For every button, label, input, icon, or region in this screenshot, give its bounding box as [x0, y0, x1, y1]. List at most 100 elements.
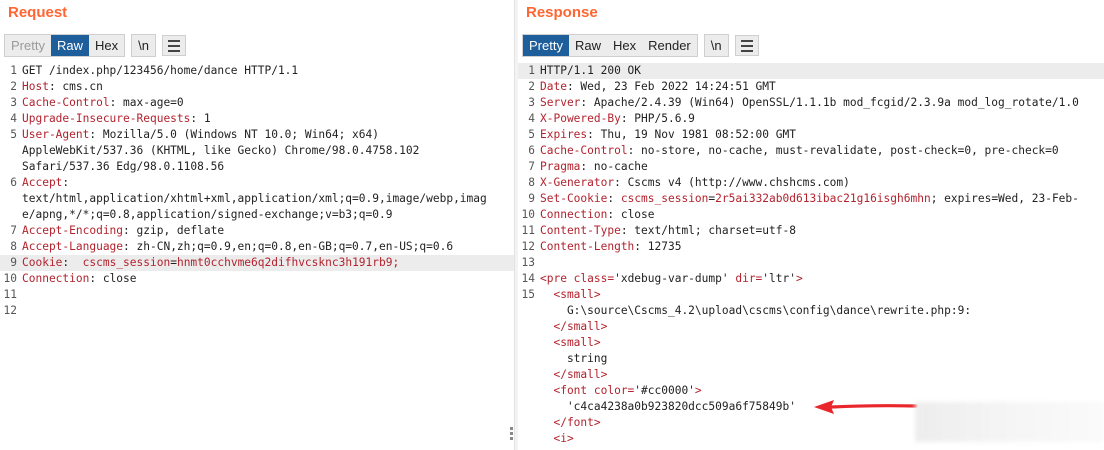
response-code-line: 15 <small> [518, 287, 1104, 303]
line-number: 12 [3, 304, 17, 317]
response-code-line: 8 X-Generator: Cscms v4 (http://www.chshc… [518, 175, 1104, 191]
header-value: : Cscms v4 (http://www.chshcms.com) [614, 176, 850, 189]
response-code-line: G:\source\Cscms_4.2\upload\cscms\config\… [518, 303, 1104, 319]
header-value: : [62, 176, 70, 189]
request-menu-icon[interactable] [161, 35, 186, 56]
header-value: 'ltr' [762, 272, 796, 285]
header-value: : no-store, no-cache, must-revalidate, p… [627, 144, 1059, 157]
header-name: cscms_session [620, 192, 709, 205]
header-name: Content-Type [540, 224, 621, 237]
request-code-line: 3 Cache-Control: max-age=0 [0, 95, 514, 111]
response-code-line: </small> [518, 367, 1104, 383]
header-value: G:\source\Cscms_4.2\upload\cscms\config\… [540, 304, 972, 317]
header-value: : close [607, 208, 655, 221]
line-number: 12 [521, 240, 535, 253]
header-name: X-Powered-By [540, 112, 621, 125]
markup-tag: dir= [728, 272, 763, 285]
line-number: 2 [10, 80, 17, 93]
line-number: 5 [528, 128, 535, 141]
request-code-line: 5 User-Agent: Mozilla/5.0 (Windows NT 10.… [0, 127, 514, 143]
request-code-line: e/apng,*/*;q=0.8,application/signed-exch… [0, 207, 514, 223]
header-value: AppleWebKit/537.36 (KHTML, like Gecko) C… [22, 144, 420, 157]
header-value: : Apache/2.4.39 (Win64) OpenSSL/1.1.1b m… [580, 96, 1079, 109]
line-number: 1 [10, 64, 17, 77]
line-number: 8 [528, 176, 535, 189]
header-value: GET /index.php/123456/home/dance HTTP/1.… [22, 64, 299, 77]
markup-tag: </small> [540, 320, 608, 333]
header-name: Accept [22, 176, 63, 189]
request-tab-hex[interactable]: Hex [89, 35, 124, 56]
response-code-line: 1 HTTP/1.1 200 OK [518, 63, 1104, 79]
header-name: Expires [540, 128, 588, 141]
line-number: 14 [521, 272, 535, 285]
line-number: 13 [521, 256, 535, 269]
line-content: User-Agent: Mozilla/5.0 (Windows NT 10.0… [22, 127, 379, 143]
line-content: </small> [540, 367, 607, 383]
header-value: '#cc0000' [634, 384, 695, 397]
header-value: : close [89, 272, 137, 285]
response-tab-pretty[interactable]: Pretty [523, 35, 569, 56]
request-tab-pretty[interactable]: Pretty [5, 35, 51, 56]
header-name: Content-Length [540, 240, 635, 253]
response-code-line: 4 X-Powered-By: PHP/5.6.9 [518, 111, 1104, 127]
header-name: User-Agent [22, 128, 90, 141]
line-content: string [540, 351, 607, 367]
request-panel: Request Pretty Raw Hex \n 1 GET /index.php/… [0, 0, 514, 450]
line-number: 3 [528, 96, 535, 109]
request-code-line: 8 Accept-Language: zh-CN,zh;q=0.9,en;q=0.… [0, 239, 514, 255]
line-content: X-Powered-By: PHP/5.6.9 [540, 111, 695, 127]
response-menu-icon[interactable] [734, 35, 759, 56]
header-name: cscms_session [82, 256, 171, 269]
header-value: : text/html; charset=utf-8 [620, 224, 796, 237]
line-number: 6 [10, 176, 17, 189]
response-newline-toggle[interactable]: \n [703, 34, 729, 57]
line-number: 9 [10, 256, 17, 269]
line-content: Safari/537.36 Edg/98.0.1108.56 [22, 159, 224, 175]
line-content: Host: cms.cn [22, 79, 103, 95]
request-tab-raw[interactable]: Raw [50, 35, 89, 56]
header-value: : zh-CN,zh;q=0.9,en;q=0.8,en-GB;q=0.7,en… [123, 240, 454, 253]
header-value: Safari/537.36 Edg/98.0.1108.56 [22, 160, 225, 173]
line-number: 4 [528, 112, 535, 125]
request-editor[interactable]: 1 GET /index.php/123456/home/dance HTTP/1… [0, 63, 514, 450]
header-value: : 12735 [634, 240, 682, 253]
cookie-value: 2r5ai332ab0d613ibac21g16isgh6mhn [715, 192, 931, 205]
line-number: 4 [10, 112, 17, 125]
line-content: G:\source\Cscms_4.2\upload\cscms\config\… [540, 303, 971, 319]
header-value: : Mozilla/5.0 (Windows NT 10.0; Win64; x… [89, 128, 379, 141]
line-content: Accept-Language: zh-CN,zh;q=0.9,en;q=0.8… [22, 239, 453, 255]
line-content: Expires: Thu, 19 Nov 1981 08:52:00 GMT [540, 127, 796, 143]
response-code-line: 5 Expires: Thu, 19 Nov 1981 08:52:00 GMT [518, 127, 1104, 143]
line-content: Accept-Encoding: gzip, deflate [22, 223, 224, 239]
header-name: Server [540, 96, 581, 109]
request-title: Request [8, 4, 68, 21]
red-arrow-annotation-icon [814, 400, 918, 414]
header-name: Pragma [540, 160, 581, 173]
line-number: 2 [528, 80, 535, 93]
line-number: 3 [10, 96, 17, 109]
response-editor[interactable]: 1 HTTP/1.1 200 OK 2 Date: Wed, 23 Feb 2022 … [518, 63, 1104, 450]
request-toolbar: Pretty Raw Hex \n [4, 34, 186, 57]
line-content: <small> [540, 287, 600, 303]
line-number: 6 [528, 144, 535, 157]
line-number: 15 [521, 288, 535, 301]
header-name: Cache-Control [540, 144, 628, 157]
header-value: e/apng,*/*;q=0.8,application/signed-exch… [22, 208, 393, 221]
line-content: text/html,application/xhtml+xml,applicat… [22, 191, 487, 207]
line-content: <font color='#cc0000'> [540, 383, 701, 399]
markup-tag: </font> [540, 416, 601, 429]
response-tab-raw[interactable]: Raw [569, 35, 607, 56]
markup-tag: </small> [540, 368, 608, 381]
response-tab-hex[interactable]: Hex [607, 35, 642, 56]
line-content: Date: Wed, 23 Feb 2022 14:24:51 GMT [540, 79, 776, 95]
header-value: ; expires=Wed, 23-Feb- [930, 192, 1079, 205]
header-name: Connection [22, 272, 90, 285]
line-content: Accept: [22, 175, 69, 191]
redacted-area [915, 402, 1104, 442]
response-tab-render[interactable]: Render [642, 35, 697, 56]
response-code-line: 14 <pre class='xdebug-var-dump' dir='ltr'… [518, 271, 1104, 287]
markup-tag: <i> [540, 432, 574, 445]
request-code-line: 9 Cookie: cscms_session=hnmt0cchvme6q2dif… [0, 255, 514, 271]
markup-tag: <pre class= [540, 272, 615, 285]
request-newline-toggle[interactable]: \n [131, 34, 156, 57]
